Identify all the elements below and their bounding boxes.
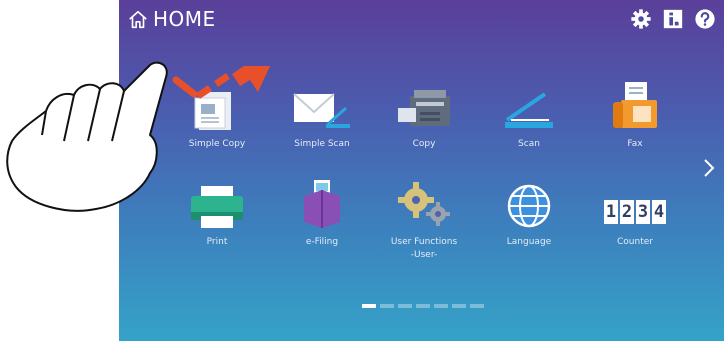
- app-label: Print: [206, 237, 228, 247]
- app-counter[interactable]: 1 2 3 4 Counter: [580, 178, 690, 249]
- user-functions-icon: [369, 178, 479, 230]
- counter-digits: 1 2 3 4: [604, 200, 666, 224]
- pointing-hand-icon: [6, 61, 168, 212]
- home-icon[interactable]: [127, 9, 149, 31]
- app-label: Scan: [518, 139, 540, 149]
- page-indicator[interactable]: [362, 304, 484, 308]
- counter-digit: 2: [620, 200, 634, 224]
- page-dot[interactable]: [362, 304, 376, 308]
- page-dot[interactable]: [380, 304, 394, 308]
- page-dot[interactable]: [416, 304, 430, 308]
- app-label: Language: [506, 237, 552, 247]
- app-simple-scan[interactable]: Simple Scan: [267, 80, 377, 151]
- help-icon[interactable]: [694, 8, 716, 30]
- app-scan[interactable]: Scan: [474, 80, 584, 151]
- app-label: User Functions -User-: [390, 237, 458, 260]
- app-label: Counter: [617, 237, 653, 247]
- app-copy[interactable]: Copy: [369, 80, 479, 151]
- app-label: Fax: [627, 139, 643, 149]
- page-dot[interactable]: [398, 304, 412, 308]
- globe-icon: [474, 178, 584, 230]
- chevron-right-icon[interactable]: [702, 157, 716, 179]
- counter-digit: 4: [652, 200, 666, 224]
- e-filing-icon: [267, 178, 377, 230]
- app-label: Simple Scan: [294, 139, 350, 149]
- page-title: HOME: [153, 7, 216, 31]
- fax-icon: [580, 80, 690, 132]
- page-dot[interactable]: [434, 304, 448, 308]
- gear-icon[interactable]: [630, 8, 652, 30]
- page-dot[interactable]: [452, 304, 466, 308]
- page-dot[interactable]: [470, 304, 484, 308]
- counter-icon: 1 2 3 4: [580, 178, 690, 230]
- title-bar: HOME: [119, 0, 724, 40]
- app-user-functions[interactable]: User Functions -User-: [369, 178, 479, 262]
- home-screen-panel: HOME Simple Copy Simple Scan Copy Scan F…: [119, 0, 724, 341]
- info-icon[interactable]: [662, 8, 684, 30]
- scan-icon: [474, 80, 584, 132]
- counter-digit: 1: [604, 200, 618, 224]
- app-label: Copy: [412, 139, 436, 149]
- simple-scan-icon: [267, 80, 377, 132]
- top-icon-bar: [630, 8, 716, 30]
- app-label: e-Filing: [305, 237, 339, 247]
- app-e-filing[interactable]: e-Filing: [267, 178, 377, 249]
- app-language[interactable]: Language: [474, 178, 584, 249]
- copy-icon: [369, 80, 479, 132]
- swipe-arrow-icon: [172, 66, 270, 99]
- counter-digit: 3: [636, 200, 650, 224]
- app-fax[interactable]: Fax: [580, 80, 690, 151]
